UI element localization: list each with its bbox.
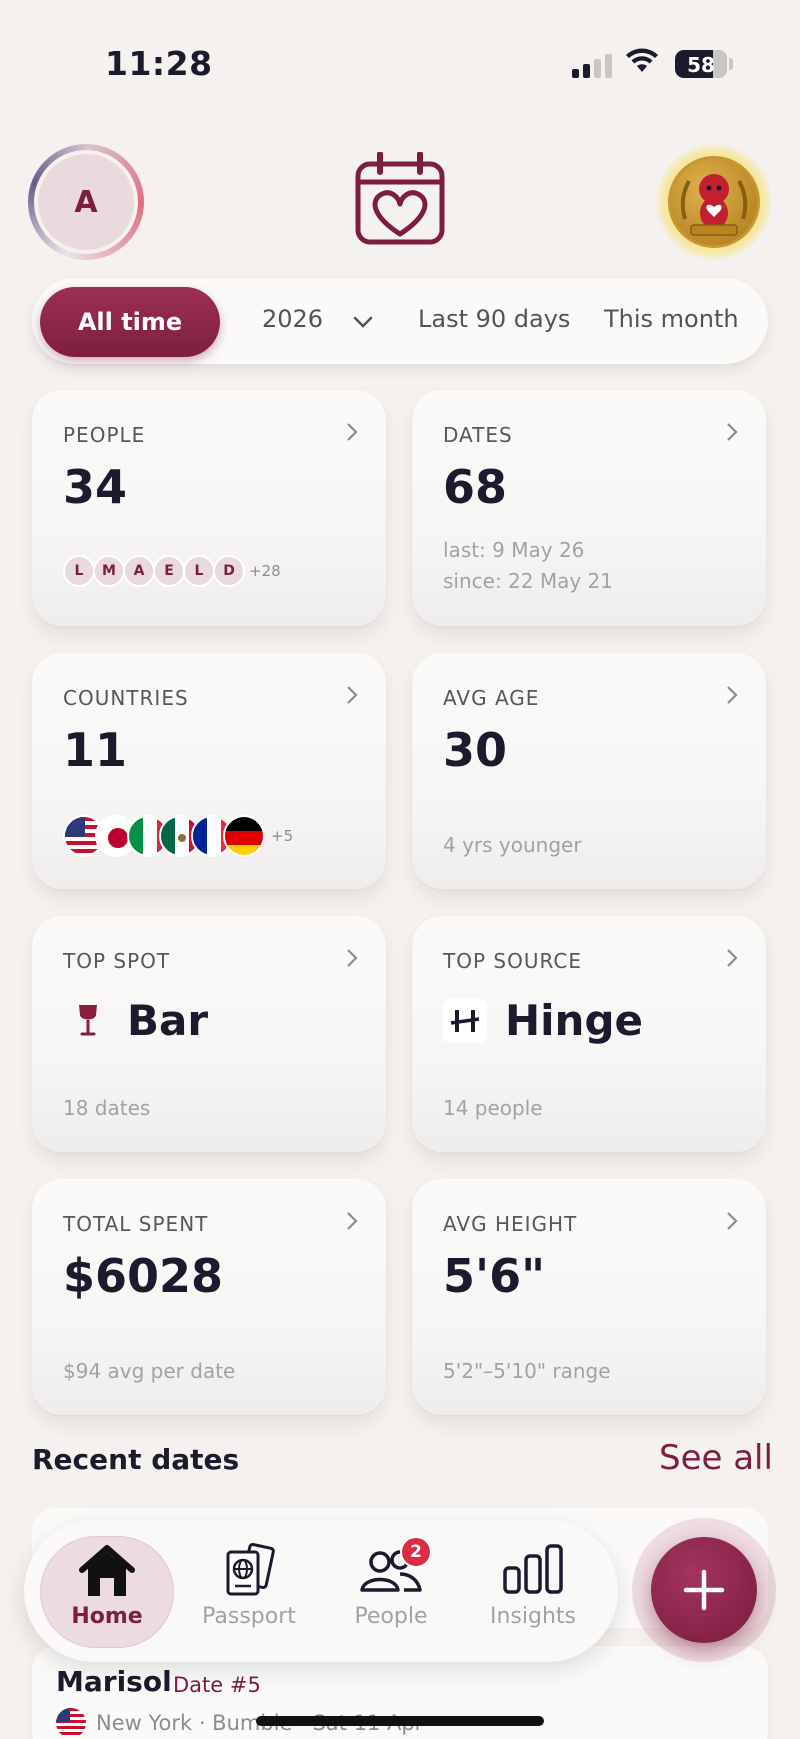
home-indicator[interactable] bbox=[256, 1716, 544, 1726]
age-comparison: 4 yrs younger bbox=[443, 833, 582, 857]
filter-all-time[interactable]: All time bbox=[40, 287, 220, 357]
wine-glass-icon bbox=[79, 1004, 97, 1035]
person-avatar: D bbox=[213, 555, 245, 587]
battery-icon: 58 bbox=[675, 50, 727, 78]
card-label: AVG HEIGHT bbox=[443, 1212, 578, 1236]
avg-age-value: 30 bbox=[443, 723, 508, 777]
card-label: DATES bbox=[443, 423, 513, 447]
person-avatar: L bbox=[63, 555, 95, 587]
avatar-initial: A bbox=[74, 184, 98, 220]
countries-card[interactable]: COUNTRIES 11 +5 bbox=[32, 653, 386, 889]
filter-last-90-days[interactable]: Last 90 days bbox=[418, 305, 570, 333]
bar-chart-icon bbox=[503, 1544, 563, 1594]
card-label: TOP SOURCE bbox=[443, 949, 582, 973]
add-date-button[interactable] bbox=[651, 1537, 757, 1643]
chevron-right-icon bbox=[346, 948, 358, 972]
filter-year[interactable]: 2026 bbox=[262, 305, 323, 333]
calendar-heart-logo-icon bbox=[352, 151, 448, 252]
home-icon bbox=[79, 1545, 135, 1596]
chevron-right-icon bbox=[726, 1211, 738, 1235]
battery-tip bbox=[729, 58, 733, 70]
card-label: TOP SPOT bbox=[63, 949, 171, 973]
filter-this-month[interactable]: This month bbox=[604, 305, 739, 333]
avg-height-card[interactable]: AVG HEIGHT 5'6" 5'2"–5'10" range bbox=[412, 1179, 766, 1415]
height-range: 5'2"–5'10" range bbox=[443, 1359, 611, 1383]
person-avatar: M bbox=[93, 555, 125, 587]
recent-dates-heading: Recent dates bbox=[32, 1443, 240, 1476]
see-all-link[interactable]: See all bbox=[659, 1438, 773, 1478]
us-flag-icon bbox=[56, 1708, 86, 1738]
card-label: AVG AGE bbox=[443, 686, 540, 710]
chevron-right-icon bbox=[346, 1211, 358, 1235]
people-notification-badge: 2 bbox=[400, 1536, 432, 1568]
chevron-right-icon bbox=[346, 422, 358, 446]
spot-count: 18 dates bbox=[63, 1096, 151, 1120]
total-spent-card[interactable]: TOTAL SPENT $6028 $94 avg per date bbox=[32, 1179, 386, 1415]
person-avatar: E bbox=[153, 555, 185, 587]
dates-card[interactable]: DATES 68 last: 9 May 26 since: 22 May 21 bbox=[412, 390, 766, 626]
more-count: +5 bbox=[271, 827, 294, 845]
mascot-icon bbox=[680, 174, 748, 236]
top-source-row: Hinge bbox=[443, 996, 643, 1045]
dates-count: 68 bbox=[443, 460, 508, 514]
tab-insights[interactable]: Insights bbox=[466, 1536, 600, 1648]
card-label: PEOPLE bbox=[63, 423, 146, 447]
people-card[interactable]: PEOPLE 34 L M A E L D +28 bbox=[32, 390, 386, 626]
avg-height-value: 5'6" bbox=[443, 1249, 546, 1303]
top-source-value: Hinge bbox=[505, 996, 643, 1045]
avg-per-date: $94 avg per date bbox=[63, 1359, 236, 1383]
total-spent-value: $6028 bbox=[63, 1249, 224, 1303]
status-time: 11:28 bbox=[105, 44, 213, 83]
top-source-card[interactable]: TOP SOURCE Hinge 14 people bbox=[412, 916, 766, 1152]
more-count: +28 bbox=[249, 562, 281, 580]
chevron-right-icon bbox=[346, 685, 358, 709]
chevron-down-icon[interactable] bbox=[353, 313, 373, 332]
date-person-name: Marisol bbox=[56, 1665, 172, 1698]
tab-label: Home bbox=[71, 1604, 143, 1629]
tab-label: Passport bbox=[202, 1604, 296, 1629]
date-number: Date #5 bbox=[173, 1673, 261, 1697]
person-avatar: A bbox=[123, 555, 155, 587]
person-avatar: L bbox=[183, 555, 215, 587]
plus-icon bbox=[683, 1569, 725, 1611]
card-label: TOTAL SPENT bbox=[63, 1212, 209, 1236]
chevron-right-icon bbox=[726, 685, 738, 709]
hinge-logo-icon bbox=[443, 998, 487, 1043]
card-label: COUNTRIES bbox=[63, 686, 189, 710]
country-flags: +5 bbox=[63, 815, 293, 857]
tab-label: Insights bbox=[489, 1604, 576, 1629]
achievement-badge[interactable] bbox=[668, 156, 760, 248]
countries-count: 11 bbox=[63, 723, 128, 777]
since-date: since: 22 May 21 bbox=[443, 569, 614, 593]
people-avatars: L M A E L D +28 bbox=[63, 555, 281, 587]
last-date: last: 9 May 26 bbox=[443, 538, 585, 562]
top-spot-row: Bar bbox=[63, 996, 208, 1045]
tab-label: People bbox=[354, 1604, 428, 1629]
chevron-right-icon bbox=[726, 422, 738, 446]
top-spot-card[interactable]: TOP SPOT Bar 18 dates bbox=[32, 916, 386, 1152]
tab-people[interactable]: People bbox=[324, 1536, 458, 1648]
profile-avatar[interactable]: A bbox=[34, 150, 138, 254]
cellular-signal-icon bbox=[572, 54, 612, 78]
chevron-right-icon bbox=[726, 948, 738, 972]
source-count: 14 people bbox=[443, 1096, 543, 1120]
people-count: 34 bbox=[63, 460, 128, 514]
tab-home[interactable]: Home bbox=[40, 1536, 174, 1648]
germany-flag-icon bbox=[223, 815, 265, 857]
battery-level: 58 bbox=[687, 53, 715, 77]
tab-passport[interactable]: Passport bbox=[182, 1536, 316, 1648]
passport-icon bbox=[226, 1543, 275, 1596]
wifi-icon bbox=[625, 48, 659, 78]
avg-age-card[interactable]: AVG AGE 30 4 yrs younger bbox=[412, 653, 766, 889]
top-spot-value: Bar bbox=[127, 996, 209, 1045]
